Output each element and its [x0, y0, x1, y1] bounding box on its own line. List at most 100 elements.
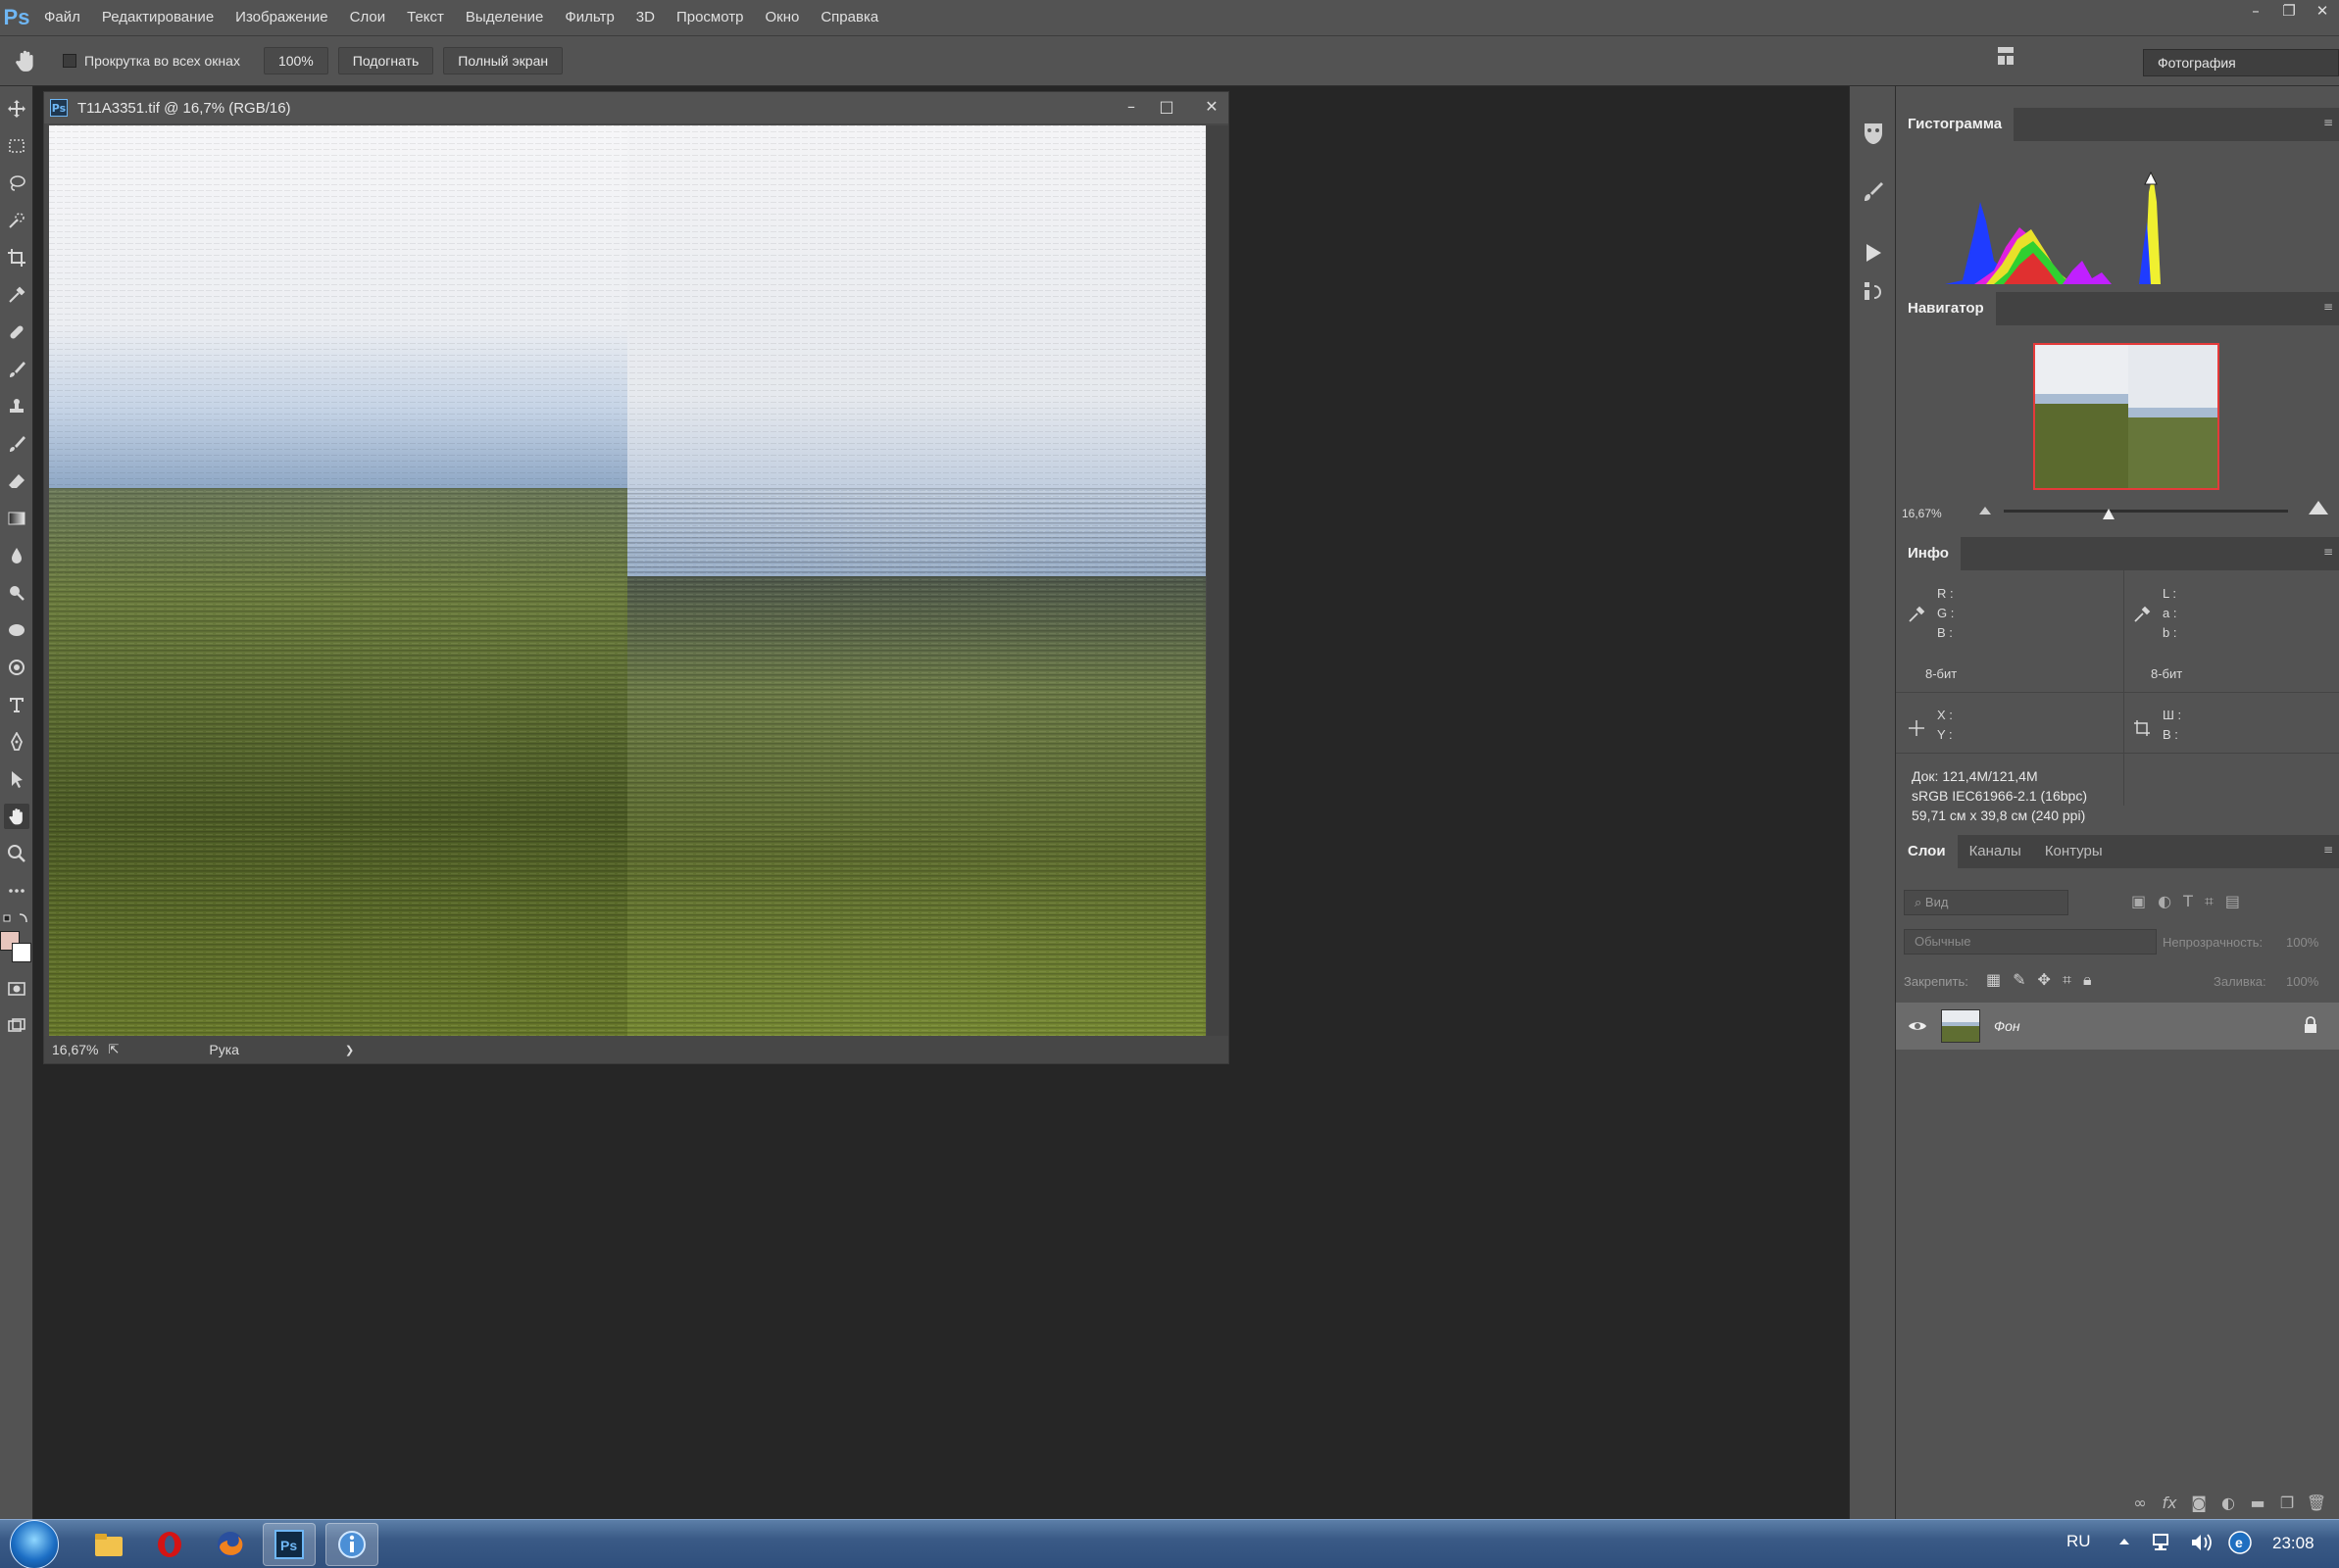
minimize-button[interactable]: – [2239, 0, 2272, 24]
hand-tool-icon[interactable] [0, 41, 51, 80]
network-icon[interactable] [2151, 1532, 2172, 1557]
sponge-tool-icon[interactable] [4, 617, 29, 643]
fill-value[interactable]: 100% [2286, 974, 2318, 989]
blur-tool-icon[interactable] [4, 543, 29, 568]
doc-maximize-button[interactable]: □ [1150, 92, 1183, 123]
menu-window[interactable]: Окно [754, 0, 810, 35]
workspace-select[interactable]: Фотография [2143, 49, 2339, 76]
layer-style-icon[interactable]: fx [2155, 1494, 2184, 1512]
screen-mode-icon[interactable] [4, 1013, 29, 1039]
opera-taskbar-icon[interactable] [143, 1523, 196, 1566]
close-button[interactable]: ✕ [2306, 0, 2339, 24]
healing-brush-tool-icon[interactable] [4, 319, 29, 345]
filter-type-icon[interactable]: T [2183, 892, 2193, 911]
hand-tool-icon[interactable] [4, 804, 29, 829]
document-tab[interactable]: Ps T11A3351.tif @ 16,7% (RGB/16) – □ ✕ [44, 92, 1228, 123]
tab-histogram[interactable]: Гистограмма [1896, 108, 2015, 141]
crop-tool-icon[interactable] [4, 245, 29, 270]
volume-icon[interactable] [2190, 1532, 2214, 1557]
restore-button[interactable]: ❐ [2272, 0, 2306, 24]
menu-3d[interactable]: 3D [625, 0, 666, 35]
firefox-taskbar-icon[interactable] [204, 1523, 257, 1566]
lock-artboard-icon[interactable]: ⌗ [2063, 970, 2071, 990]
color-replace-tool-icon[interactable] [4, 655, 29, 680]
quick-mask-icon[interactable] [4, 976, 29, 1002]
menu-view[interactable]: Просмотр [666, 0, 755, 35]
marquee-tool-icon[interactable] [4, 133, 29, 159]
pen-tool-icon[interactable] [4, 729, 29, 755]
image-canvas[interactable] [49, 125, 1206, 1037]
background-color-swatch[interactable] [12, 943, 31, 962]
zoom-slider-thumb[interactable] [2102, 506, 2115, 519]
lock-paint-icon[interactable]: ✎ [2013, 970, 2025, 990]
start-button[interactable] [10, 1520, 59, 1568]
history-brush-tool-icon[interactable] [4, 431, 29, 457]
navigator-zoom-slider[interactable] [2004, 510, 2288, 513]
menu-edit[interactable]: Редактирование [91, 0, 224, 35]
new-layer-icon[interactable]: ❐ [2272, 1494, 2302, 1512]
link-layers-icon[interactable]: ∞ [2125, 1494, 2155, 1512]
filter-adjustment-icon[interactable]: ◐ [2158, 892, 2171, 911]
path-select-tool-icon[interactable] [4, 766, 29, 792]
gradient-tool-icon[interactable] [4, 506, 29, 531]
move-tool-icon[interactable] [4, 96, 29, 122]
menu-help[interactable]: Справка [810, 0, 889, 35]
tab-layers[interactable]: Слои [1896, 835, 1958, 868]
filter-shape-icon[interactable]: ⌗ [2205, 892, 2214, 911]
clock[interactable]: 23:08 [2272, 1534, 2314, 1553]
new-adjustment-icon[interactable]: ◐ [2214, 1494, 2243, 1512]
panel-menu-icon[interactable]: ≡ [2323, 116, 2335, 131]
zoom-out-icon[interactable] [1978, 502, 1992, 515]
blend-mode-select[interactable]: Обычные [1904, 929, 2157, 955]
explorer-taskbar-icon[interactable] [82, 1523, 135, 1566]
layer-row-background[interactable]: Фон [1896, 1003, 2339, 1050]
quick-select-tool-icon[interactable] [4, 208, 29, 233]
lock-move-icon[interactable]: ✥ [2038, 970, 2051, 990]
mask-icon[interactable] [1860, 120, 1887, 147]
fill-screen-button[interactable]: Полный экран [443, 47, 564, 74]
layer-filter-input[interactable]: ⌕ Вид [1904, 890, 2068, 915]
stamp-tool-icon[interactable] [4, 394, 29, 419]
lasso-tool-icon[interactable] [4, 171, 29, 196]
eyedropper-tool-icon[interactable] [4, 282, 29, 308]
tab-channels[interactable]: Каналы [1958, 835, 2033, 868]
add-mask-icon[interactable]: ◙ [2184, 1494, 2214, 1512]
doc-close-button[interactable]: ✕ [1195, 92, 1228, 123]
lock-transparent-icon[interactable]: ▦ [1986, 970, 2001, 990]
info-app-taskbar-icon[interactable] [325, 1523, 378, 1566]
opacity-value[interactable]: 100% [2286, 935, 2318, 950]
menu-text[interactable]: Текст [396, 0, 455, 35]
type-tool-icon[interactable] [4, 692, 29, 717]
menu-file[interactable]: Файл [33, 0, 91, 35]
info-bit-left[interactable]: 8-бит [1925, 664, 1957, 684]
play-actions-icon[interactable] [1860, 239, 1887, 267]
zoom-in-icon[interactable] [2308, 498, 2329, 515]
tray-app-icon[interactable]: e [2227, 1530, 2253, 1559]
status-zoom[interactable]: 16,67% [52, 1042, 98, 1057]
doc-minimize-button[interactable]: – [1115, 92, 1148, 123]
zoom-tool-icon[interactable] [4, 841, 29, 866]
photoshop-taskbar-icon[interactable]: Ps [263, 1523, 316, 1566]
adjustments-icon[interactable] [1860, 278, 1887, 306]
tray-expand-icon[interactable] [2117, 1534, 2131, 1552]
dodge-tool-icon[interactable] [4, 580, 29, 606]
panel-menu-icon[interactable]: ≡ [2323, 545, 2335, 561]
swap-colors-icon[interactable] [2, 911, 31, 927]
checkbox-box[interactable] [63, 54, 76, 68]
filter-pixel-icon[interactable]: ▣ [2131, 892, 2146, 911]
status-arrow-icon[interactable]: ❯ [345, 1044, 354, 1056]
panel-menu-icon[interactable]: ≡ [2323, 300, 2335, 316]
info-bit-right[interactable]: 8-бит [2151, 664, 2182, 684]
lock-all-icon[interactable]: 🔒︎ [2083, 970, 2092, 990]
menu-select[interactable]: Выделение [455, 0, 554, 35]
menu-image[interactable]: Изображение [224, 0, 339, 35]
scroll-all-windows-checkbox[interactable]: Прокрутка во всех окнах [63, 53, 240, 69]
language-indicator[interactable]: RU [2066, 1532, 2091, 1551]
new-group-icon[interactable]: ▬ [2243, 1494, 2272, 1512]
eye-icon[interactable] [1904, 1019, 1931, 1033]
filter-smart-icon[interactable]: ▤ [2225, 892, 2240, 911]
eraser-tool-icon[interactable] [4, 468, 29, 494]
zoom-100-button[interactable]: 100% [263, 47, 328, 74]
menu-layers[interactable]: Слои [339, 0, 396, 35]
brush-preset-icon[interactable] [1860, 178, 1887, 206]
